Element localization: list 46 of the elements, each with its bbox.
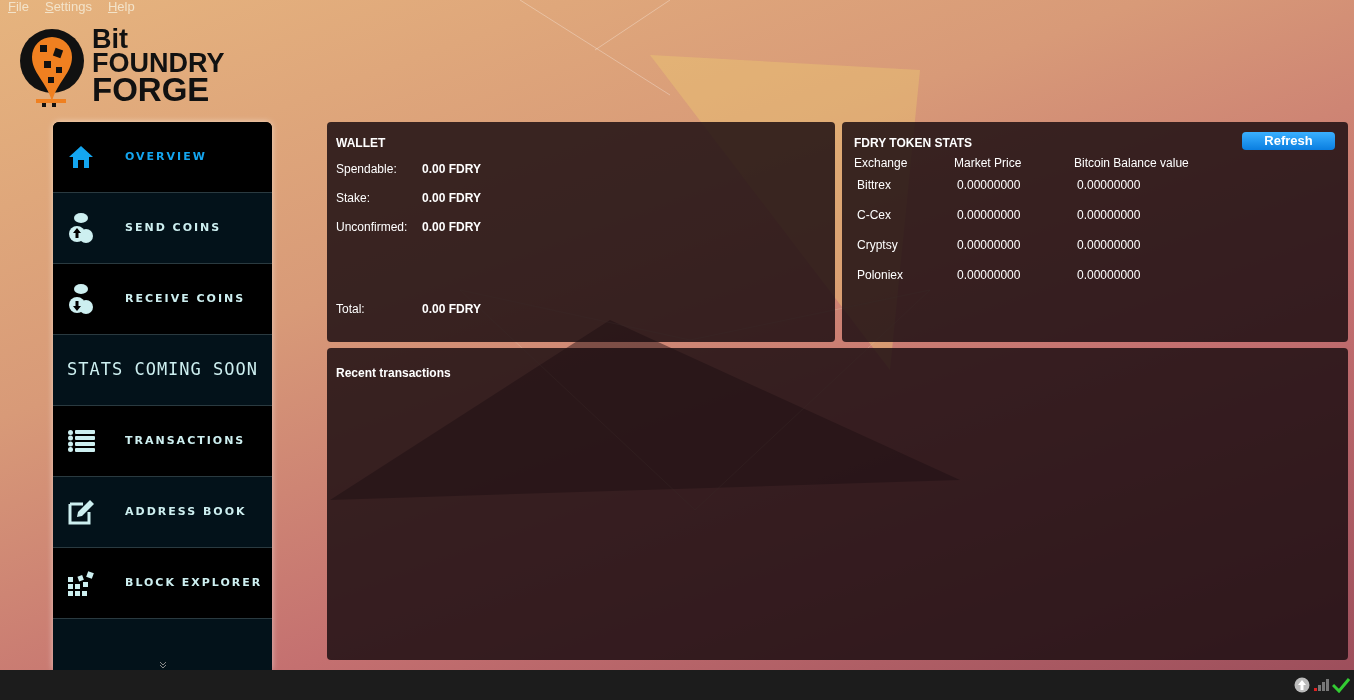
table-cell-text: Cryptsy — [857, 237, 899, 254]
blocks-icon — [68, 570, 95, 596]
nav-item[interactable]: OVERVIEW — [53, 122, 272, 193]
panel-title: Recent transactions — [336, 366, 451, 380]
table-cell-text: 0.00000000 — [1077, 177, 1142, 194]
upload-icon — [1294, 677, 1310, 693]
field-value: 0.00 FDRY — [422, 190, 481, 207]
column-header: Market Price — [954, 155, 1023, 170]
table-cell-text: Poloniex — [857, 267, 905, 284]
table-cell-text: 0.00000000 — [957, 237, 1022, 254]
table-cell-text: 0.00000000 — [1077, 207, 1142, 224]
signal-icon — [1313, 677, 1329, 693]
money-bag-up-icon — [68, 212, 94, 244]
checkmark-icon — [1332, 677, 1350, 693]
nav-item[interactable]: BLOCK EXPLORER — [53, 548, 272, 619]
table-cell-text: 0.00000000 — [1077, 237, 1142, 254]
field-value: 0.00 FDRY — [422, 219, 481, 236]
double-chevron-down-icon — [158, 661, 167, 669]
nav-item[interactable]: TRANSACTIONS — [53, 406, 272, 477]
panel-title: FDRY TOKEN STATS — [854, 135, 972, 152]
table-cell-text: 0.00000000 — [957, 207, 1022, 224]
panel-title: WALLET — [336, 135, 387, 152]
table-cell-text: 0.00000000 — [1077, 267, 1142, 284]
field-label: Total: — [336, 301, 366, 318]
field-value: 0.00 FDRY — [422, 161, 481, 178]
field-label: Spendable: — [336, 161, 398, 178]
logo-text: FORGE — [92, 75, 210, 105]
list-icon — [68, 430, 95, 452]
nav-item[interactable]: ADDRESS BOOK — [53, 477, 272, 548]
table-cell-text: Bittrex — [857, 177, 892, 194]
table-cell-text: C-Cex — [857, 207, 892, 224]
edit-icon — [68, 499, 95, 525]
field-value: 0.00 FDRY — [422, 301, 481, 318]
column-header: Bitcoin Balance value — [1074, 155, 1190, 170]
table-cell-text: 0.00000000 — [957, 177, 1022, 194]
field-label: Stake: — [336, 190, 372, 207]
column-header: Exchange — [854, 155, 909, 170]
nav-item[interactable]: SEND COINS — [53, 193, 272, 264]
table-cell-text: 0.00000000 — [957, 267, 1022, 284]
nav-item[interactable]: STATS COMING SOON — [53, 335, 272, 406]
home-icon — [68, 145, 94, 169]
money-bag-down-icon — [68, 283, 94, 315]
logo-text: Bit — [92, 27, 128, 51]
nav-item[interactable]: RECEIVE COINS — [53, 264, 272, 335]
field-label: Unconfirmed: — [336, 219, 409, 236]
logo-text: FOUNDRY — [92, 51, 225, 75]
